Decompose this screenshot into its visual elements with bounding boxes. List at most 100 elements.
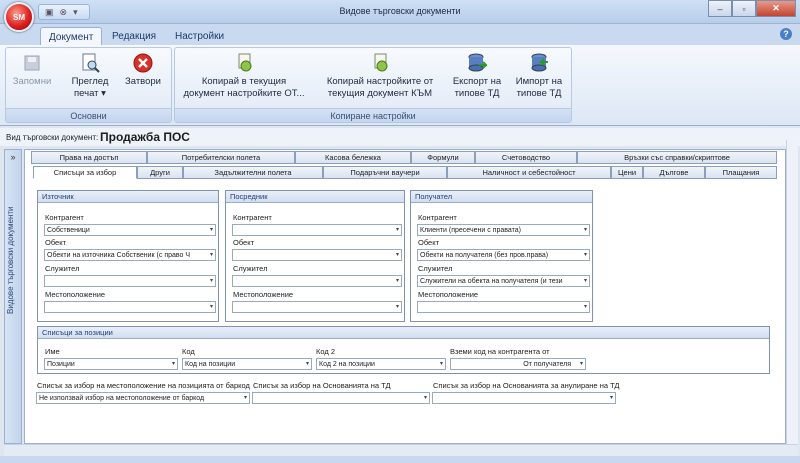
tab-document[interactable]: Документ (40, 27, 103, 46)
app-orb-button[interactable]: SM (4, 2, 34, 32)
tab-cash-receipt[interactable]: Касова бележка (295, 151, 411, 164)
dropdown-arrow-icon: ▾ (395, 278, 399, 284)
barcode-location-combo[interactable]: Не използвай избор на местоположение от … (36, 392, 250, 404)
copy-from-current-button[interactable]: Копирай настройките от текущия документ … (315, 50, 445, 100)
positions-code2-combo[interactable]: Код 2 на позиции ▾ (316, 358, 446, 370)
mediator-group: Посредник Контрагент ▾ Обект ▾ Служител … (225, 190, 405, 322)
export-types-button[interactable]: Експорт на типове ТД (447, 50, 507, 100)
tab-debts[interactable]: Дългове (643, 166, 705, 179)
dropdown-arrow-icon: ▾ (583, 278, 587, 284)
window-title: Видове търговски документи (339, 6, 461, 16)
minimize-button[interactable]: – (708, 0, 732, 17)
mediator-partner-label: Контрагент (233, 213, 272, 222)
mediator-location-combo[interactable]: ▾ (232, 301, 402, 313)
mediator-object-combo[interactable]: ▾ (232, 249, 402, 261)
tab-settings[interactable]: Настройки (167, 27, 232, 46)
receiver-location-combo[interactable]: ▾ (417, 301, 590, 313)
dropdown-arrow-icon: ▾ (243, 395, 247, 401)
receiver-group: Получател Контрагент Клиенти (пресечени … (410, 190, 593, 322)
positions-name-label: Име (45, 347, 60, 356)
tab-payments[interactable]: Плащания (705, 166, 777, 179)
mediator-location-label: Местоположение (233, 290, 294, 299)
tab-access-rights[interactable]: Права на достъп (31, 151, 147, 164)
settings-panel: Права на достъп Потребителски полета Кас… (24, 149, 786, 444)
tab-accounting[interactable]: Счетоводство (475, 151, 577, 164)
database-import-icon (528, 52, 550, 74)
dropdown-arrow-icon: ▾ (395, 252, 399, 258)
source-employee-label: Служител (45, 264, 80, 273)
reasons-combo[interactable]: ▾ (252, 392, 430, 404)
group-basic: Запомни Преглед печат ▾ Затвори Основни (5, 47, 172, 123)
import-types-button[interactable]: Импорт на типове ТД (509, 50, 569, 100)
positions-take-combo[interactable]: От получателя ▾ (450, 358, 586, 370)
source-location-combo[interactable]: ▾ (44, 301, 216, 313)
tab-gift-vouchers[interactable]: Подаръчни ваучери (323, 166, 447, 179)
mediator-employee-label: Служител (233, 264, 268, 273)
tab-user-fields[interactable]: Потребителски полета (147, 151, 295, 164)
close-button[interactable]: Затвори (120, 50, 166, 88)
doctype-label: Вид търговски документ: (6, 133, 99, 142)
source-title: Източник (38, 191, 218, 203)
tab-edit[interactable]: Редакция (104, 27, 164, 46)
source-group: Източник Контрагент Собственици ▾ Обект О… (37, 190, 219, 322)
copy-to-current-button[interactable]: Копирай в текущия документ настройките О… (177, 50, 311, 100)
positions-take-label: Вземи код на контрагента от (450, 347, 550, 356)
tab-reports-links[interactable]: Връзки със справки/скриптове (577, 151, 777, 164)
tab-other[interactable]: Други (137, 166, 183, 179)
dropdown-arrow-icon: ▾ (579, 361, 583, 367)
mediator-object-label: Обект (233, 238, 255, 247)
tab-stock-cost[interactable]: Наличност и себестойност (447, 166, 611, 179)
receiver-partner-combo[interactable]: Клиенти (пресечени с правата) ▾ (417, 224, 590, 236)
dropdown-arrow-icon: ▾ (209, 278, 213, 284)
mediator-title: Посредник (226, 191, 404, 203)
receiver-location-label: Местоположение (418, 290, 479, 299)
horizontal-scrollbar[interactable] (4, 444, 798, 456)
receiver-object-label: Обект (418, 238, 440, 247)
ribbon-tabs: Документ Редакция Настройки ? (0, 24, 800, 46)
close-window-button[interactable]: ✕ (756, 0, 796, 17)
tab-selection-lists[interactable]: Списъци за избор (33, 166, 137, 179)
positions-name-combo[interactable]: Позиции ▾ (44, 358, 178, 370)
sidebar-panel[interactable]: » Видове търговски документи (4, 149, 22, 444)
dropdown-arrow-icon: ▾ (395, 304, 399, 310)
positions-code2-label: Код 2 (316, 347, 336, 356)
source-location-label: Местоположение (45, 290, 106, 299)
dropdown-arrow-icon: ▾ (423, 395, 427, 401)
tab-required-fields[interactable]: Задължителни полета (183, 166, 323, 179)
source-employee-combo[interactable]: ▾ (44, 275, 216, 287)
barcode-location-label: Списък за избор на местоположение на поз… (37, 381, 250, 390)
save-button[interactable]: Запомни (12, 50, 52, 88)
database-export-icon (466, 52, 488, 74)
floppy-icon (21, 52, 43, 74)
copy-document-icon (369, 52, 391, 74)
tab-formulas[interactable]: Формули (411, 151, 475, 164)
source-object-combo[interactable]: Обекти на източника Собственик (с право … (44, 249, 216, 261)
print-preview-button[interactable]: Преглед печат ▾ (64, 50, 116, 100)
print-preview-icon (79, 52, 101, 74)
vertical-scrollbar[interactable] (786, 140, 798, 444)
positions-code-combo[interactable]: Код на позиции ▾ (182, 358, 312, 370)
dropdown-arrow-icon: ▾ (209, 304, 213, 310)
group-basic-label: Основни (6, 108, 171, 122)
help-icon[interactable]: ? (780, 28, 792, 40)
group-copy-label: Копиране настройки (175, 108, 571, 122)
sidebar-expand-icon[interactable]: » (5, 152, 21, 162)
receiver-object-combo[interactable]: Обекти на получателя (без пров.права) ▾ (417, 249, 590, 261)
mediator-employee-combo[interactable]: ▾ (232, 275, 402, 287)
positions-title: Списъци за позиции (38, 327, 769, 339)
source-partner-label: Контрагент (45, 213, 84, 222)
dropdown-arrow-icon: ▾ (583, 252, 587, 258)
tab-prices[interactable]: Цени (611, 166, 643, 179)
group-copy-settings: Копирай в текущия документ настройките О… (174, 47, 572, 123)
maximize-button[interactable]: ▫ (732, 0, 756, 17)
cancel-reasons-combo[interactable]: ▾ (432, 392, 616, 404)
sidebar-label: Видове търговски документи (6, 206, 15, 314)
dropdown-arrow-icon: ▾ (305, 361, 309, 367)
cancel-reasons-label: Списък за избор на Основанията за анулир… (433, 381, 620, 390)
source-partner-combo[interactable]: Собственици ▾ (44, 224, 216, 236)
mediator-partner-combo[interactable]: ▾ (232, 224, 402, 236)
receiver-employee-combo[interactable]: Служители на обекта на получателя (и тез… (417, 275, 590, 287)
window-controls: – ▫ ✕ (708, 0, 796, 18)
preview-dropdown[interactable]: печат ▾ (64, 88, 116, 100)
close-circle-icon (132, 52, 154, 74)
